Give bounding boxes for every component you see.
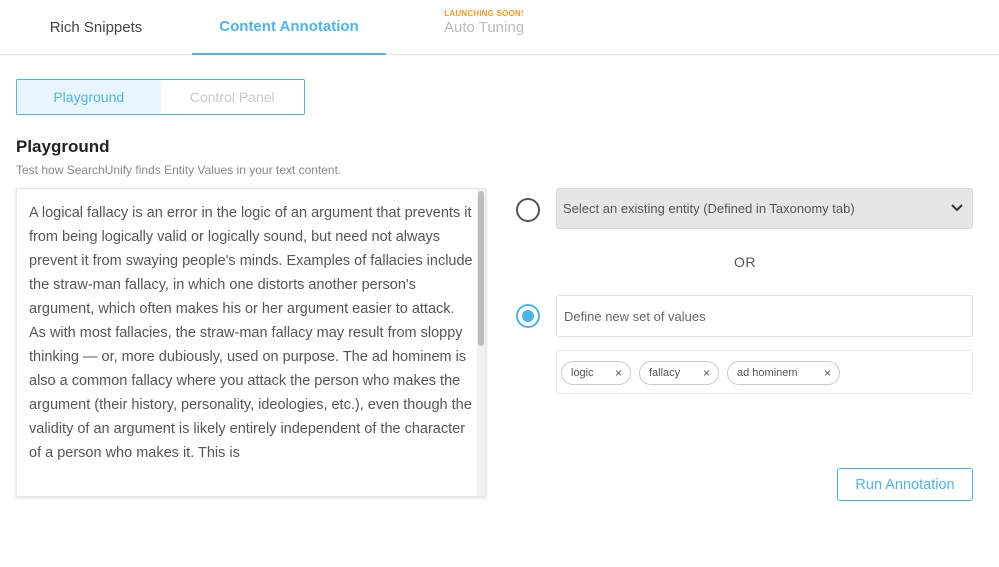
content-text[interactable]: A logical fallacy is an error in the log… — [29, 201, 473, 465]
new-values-input[interactable] — [556, 295, 973, 337]
run-annotation-button[interactable]: Run Annotation — [837, 468, 973, 501]
values-chip-container: logic × fallacy × ad hominem × — [556, 350, 973, 394]
chip-label: ad hominem — [737, 367, 798, 379]
new-values-radio[interactable] — [516, 304, 540, 328]
subtab-control-panel[interactable]: Control Panel — [160, 80, 304, 114]
subtab-switcher: Playground Control Panel — [16, 79, 305, 115]
top-tab-bar: Rich Snippets Content Annotation LAUNCHI… — [0, 0, 999, 55]
or-divider-label: OR — [734, 254, 756, 270]
scrollbar-thumb[interactable] — [478, 191, 484, 346]
textarea-scrollbar[interactable] — [477, 189, 485, 496]
chevron-down-icon — [951, 204, 963, 212]
tab-content-annotation[interactable]: Content Annotation — [192, 0, 386, 55]
value-chip: ad hominem × — [727, 361, 840, 385]
content-textarea[interactable]: A logical fallacy is an error in the log… — [16, 188, 486, 497]
value-chip: fallacy × — [639, 361, 719, 385]
existing-entity-select[interactable]: Select an existing entity (Defined in Ta… — [556, 188, 973, 229]
subtab-playground[interactable]: Playground — [17, 80, 161, 114]
entity-select-label: Select an existing entity (Defined in Ta… — [563, 201, 855, 216]
chip-label: logic — [571, 367, 594, 379]
page-description: Test how SearchUnify finds Entity Values… — [16, 163, 342, 177]
tab-rich-snippets[interactable]: Rich Snippets — [0, 0, 192, 55]
chip-label: fallacy — [649, 367, 681, 379]
page-title: Playground — [16, 137, 110, 156]
value-chip: logic × — [561, 361, 631, 385]
close-icon[interactable]: × — [824, 367, 831, 379]
close-icon[interactable]: × — [703, 367, 710, 379]
tab-auto-tuning[interactable]: Auto Tuning — [386, 0, 582, 55]
existing-entity-radio[interactable] — [516, 198, 540, 222]
close-icon[interactable]: × — [615, 367, 622, 379]
